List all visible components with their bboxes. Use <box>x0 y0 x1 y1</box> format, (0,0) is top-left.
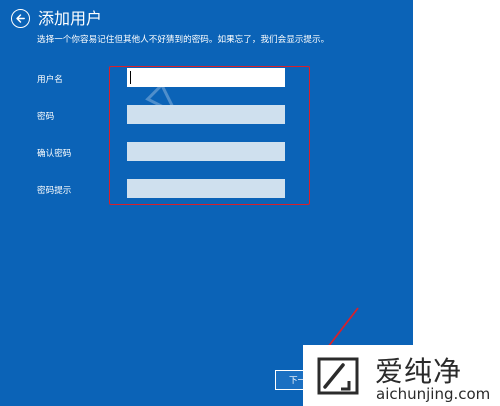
password-label: 密码 <box>37 112 55 122</box>
brand-name-cn: 爱纯净 <box>375 355 463 388</box>
aichunjing-logo-icon <box>317 357 359 395</box>
confirm-password-label: 确认密码 <box>37 149 72 159</box>
fields-highlight-box <box>109 66 310 205</box>
username-label: 用户名 <box>37 75 63 85</box>
page-title: 添加用户 <box>38 9 103 28</box>
back-button[interactable] <box>11 9 30 28</box>
brand-name-en: aichunjing.com <box>376 385 491 403</box>
brand-watermark-card: 爱纯净 aichunjing.com <box>303 345 500 406</box>
back-arrow-icon <box>16 14 25 23</box>
page-subtitle: 选择一个你容易记住但其他人不好猜到的密码。如果忘了，我们会显示提示。 <box>37 35 330 45</box>
password-hint-label: 密码提示 <box>37 186 72 196</box>
